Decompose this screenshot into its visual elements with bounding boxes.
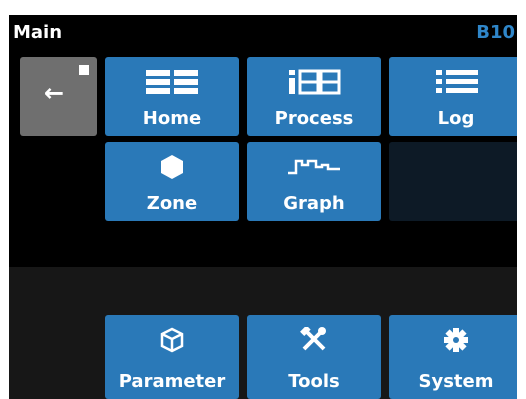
- home-label: Home: [142, 108, 202, 129]
- tools-tile[interactable]: Tools: [247, 315, 381, 399]
- empty-tile-slot: [389, 142, 517, 221]
- cube-icon: [105, 323, 239, 357]
- page-title: Main: [13, 22, 63, 43]
- process-label: Process: [274, 108, 354, 129]
- parameter-label: Parameter: [118, 371, 226, 392]
- process-tile[interactable]: Process: [247, 57, 381, 136]
- list-icon: [389, 65, 517, 99]
- graph-label: Graph: [283, 193, 345, 214]
- back-button[interactable]: ←: [20, 57, 97, 136]
- zone-tile[interactable]: Zone: [105, 142, 239, 221]
- back-arrow-icon: ←: [44, 79, 65, 107]
- system-label: System: [418, 371, 494, 392]
- header-bar: Main B10: [9, 15, 517, 51]
- system-tile[interactable]: System: [389, 315, 517, 399]
- graph-tile[interactable]: Graph: [247, 142, 381, 221]
- tools-icon: [247, 323, 381, 357]
- home-grid-icon: [105, 65, 239, 99]
- corner-marker-icon: [79, 65, 89, 75]
- zone-label: Zone: [146, 193, 198, 214]
- device-code: B10: [476, 22, 515, 43]
- bottom-toolbar: Parameter Tools System: [9, 267, 517, 399]
- home-tile[interactable]: Home: [105, 57, 239, 136]
- log-label: Log: [437, 108, 475, 129]
- tools-label: Tools: [288, 371, 340, 392]
- hexagon-icon: [105, 150, 239, 184]
- log-tile[interactable]: Log: [389, 57, 517, 136]
- waveform-icon: [247, 150, 381, 184]
- gear-icon: [389, 323, 517, 357]
- screen: Main B10 ← Home Process Log Zone Graph P…: [9, 15, 517, 399]
- process-icon: [247, 65, 381, 99]
- parameter-tile[interactable]: Parameter: [105, 315, 239, 399]
